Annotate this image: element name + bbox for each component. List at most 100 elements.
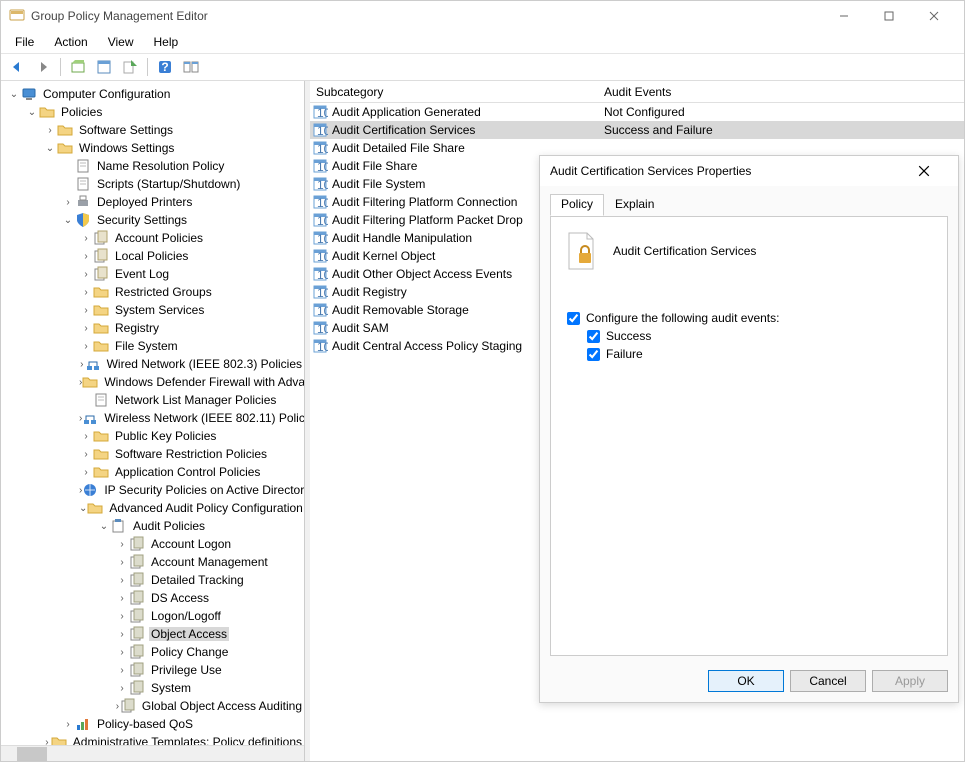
tree-item[interactable]: ›Administrative Templates: Policy defini… <box>3 733 304 745</box>
tree-item[interactable]: ›Policy-based QoS <box>3 715 304 733</box>
tree-item[interactable]: ›Wired Network (IEEE 802.3) Policies <box>3 355 304 373</box>
tree-twisty-icon[interactable]: › <box>115 575 129 586</box>
subcategory-icon: 101 <box>312 212 328 228</box>
ok-button[interactable]: OK <box>708 670 784 692</box>
tree-twisty-icon[interactable]: › <box>43 125 57 136</box>
tree-item[interactable]: ›Restricted Groups <box>3 283 304 301</box>
menu-file[interactable]: File <box>5 33 44 51</box>
tree-item[interactable]: Name Resolution Policy <box>3 157 304 175</box>
tree-item[interactable]: ⌄Audit Policies <box>3 517 304 535</box>
horizontal-scrollbar[interactable] <box>1 745 304 761</box>
tree-twisty-icon[interactable]: › <box>115 647 129 658</box>
success-checkbox[interactable] <box>587 330 600 343</box>
tree-twisty-icon[interactable]: › <box>61 719 75 730</box>
tab-explain[interactable]: Explain <box>604 194 665 216</box>
toolbar-refresh-icon[interactable] <box>66 56 90 78</box>
toolbar-view-icon[interactable] <box>179 56 203 78</box>
tree-item[interactable]: Scripts (Startup/Shutdown) <box>3 175 304 193</box>
tree-twisty-icon[interactable]: › <box>115 629 129 640</box>
tree-item[interactable]: ›Deployed Printers <box>3 193 304 211</box>
tree-item[interactable]: ›Wireless Network (IEEE 802.11) Policies <box>3 409 304 427</box>
tree-twisty-icon[interactable]: ⌄ <box>7 89 21 100</box>
help-icon[interactable]: ? <box>153 56 177 78</box>
close-button[interactable] <box>911 2 956 30</box>
tree-twisty-icon[interactable]: › <box>115 557 129 568</box>
dialog-close-button[interactable] <box>918 165 948 177</box>
configure-checkbox[interactable] <box>567 312 580 325</box>
tree-item[interactable]: ›Public Key Policies <box>3 427 304 445</box>
back-button[interactable] <box>5 56 29 78</box>
tree-twisty-icon[interactable]: ⌄ <box>25 107 39 118</box>
tree-twisty-icon[interactable]: › <box>115 665 129 676</box>
tree-item[interactable]: ›DS Access <box>3 589 304 607</box>
tree-item[interactable]: ›Privilege Use <box>3 661 304 679</box>
tree-twisty-icon[interactable]: › <box>79 431 93 442</box>
tree-twisty-icon[interactable]: › <box>79 251 93 262</box>
tree-item[interactable]: ›Policy Change <box>3 643 304 661</box>
tree-item[interactable]: ›File System <box>3 337 304 355</box>
tree-twisty-icon[interactable]: › <box>61 197 75 208</box>
column-subcategory[interactable]: Subcategory <box>310 85 600 99</box>
failure-checkbox[interactable] <box>587 348 600 361</box>
tree-item[interactable]: ⌄Advanced Audit Policy Configuration <box>3 499 304 517</box>
tree-item[interactable]: ›IP Security Policies on Active Director… <box>3 481 304 499</box>
tree-twisty-icon[interactable]: › <box>115 683 129 694</box>
tree-item[interactable]: ›Account Policies <box>3 229 304 247</box>
tree-twisty-icon[interactable]: ⌄ <box>79 503 87 514</box>
maximize-button[interactable] <box>866 2 911 30</box>
tree-twisty-icon[interactable]: › <box>115 539 129 550</box>
tree-twisty-icon[interactable]: › <box>79 467 93 478</box>
tree-item[interactable]: ⌄Computer Configuration <box>3 85 304 103</box>
tree-twisty-icon[interactable]: › <box>79 323 93 334</box>
tree-twisty-icon[interactable]: ⌄ <box>61 215 75 226</box>
tree-item[interactable]: ›Windows Defender Firewall with Advanced… <box>3 373 304 391</box>
tree-item[interactable]: ›System <box>3 679 304 697</box>
tree-item[interactable]: ›Local Policies <box>3 247 304 265</box>
column-audit-events[interactable]: Audit Events <box>600 85 964 99</box>
toolbar-properties-icon[interactable] <box>92 56 116 78</box>
tree-view[interactable]: ⌄Computer Configuration⌄Policies›Softwar… <box>1 81 304 745</box>
tree-twisty-icon[interactable]: › <box>79 341 93 352</box>
menu-action[interactable]: Action <box>44 33 97 51</box>
tree-item[interactable]: ›Account Logon <box>3 535 304 553</box>
tree-twisty-icon[interactable]: ⌄ <box>97 521 111 532</box>
tree-item[interactable]: ›Detailed Tracking <box>3 571 304 589</box>
tree-twisty-icon[interactable]: › <box>43 737 51 746</box>
forward-button[interactable] <box>31 56 55 78</box>
tree-item[interactable]: ›Registry <box>3 319 304 337</box>
tree-item[interactable]: ›Software Restriction Policies <box>3 445 304 463</box>
success-checkbox-row[interactable]: Success <box>587 329 933 343</box>
tree-item[interactable]: ›Software Settings <box>3 121 304 139</box>
tree-item[interactable]: ⌄Security Settings <box>3 211 304 229</box>
tree-item[interactable]: ›Account Management <box>3 553 304 571</box>
tree-twisty-icon[interactable]: ⌄ <box>43 143 57 154</box>
tree-item[interactable]: ›Event Log <box>3 265 304 283</box>
tree-item[interactable]: ›Application Control Policies <box>3 463 304 481</box>
tree-twisty-icon[interactable]: › <box>115 611 129 622</box>
apply-button[interactable]: Apply <box>872 670 948 692</box>
cancel-button[interactable]: Cancel <box>790 670 866 692</box>
list-item[interactable]: 101Audit Application GeneratedNot Config… <box>310 103 964 121</box>
toolbar-export-icon[interactable] <box>118 56 142 78</box>
tab-policy[interactable]: Policy <box>550 194 604 216</box>
tree-twisty-icon[interactable]: › <box>79 269 93 280</box>
menu-help[interactable]: Help <box>144 33 189 51</box>
tree-item[interactable]: ⌄Policies <box>3 103 304 121</box>
tree-twisty-icon[interactable]: › <box>79 233 93 244</box>
tree-item[interactable]: ›Logon/Logoff <box>3 607 304 625</box>
minimize-button[interactable] <box>821 2 866 30</box>
menu-view[interactable]: View <box>98 33 144 51</box>
tree-item[interactable]: ⌄Windows Settings <box>3 139 304 157</box>
tree-twisty-icon[interactable]: › <box>79 287 93 298</box>
tree-item[interactable]: Network List Manager Policies <box>3 391 304 409</box>
tree-item[interactable]: ›System Services <box>3 301 304 319</box>
failure-checkbox-row[interactable]: Failure <box>587 347 933 361</box>
tree-item[interactable]: ›Object Access <box>3 625 304 643</box>
cat-icon <box>129 644 145 660</box>
tree-item[interactable]: ›Global Object Access Auditing <box>3 697 304 715</box>
tree-twisty-icon[interactable]: › <box>79 305 93 316</box>
list-item[interactable]: 101Audit Certification ServicesSuccess a… <box>310 121 964 139</box>
configure-checkbox-row[interactable]: Configure the following audit events: <box>567 311 933 325</box>
tree-twisty-icon[interactable]: › <box>115 593 129 604</box>
tree-twisty-icon[interactable]: › <box>79 449 93 460</box>
